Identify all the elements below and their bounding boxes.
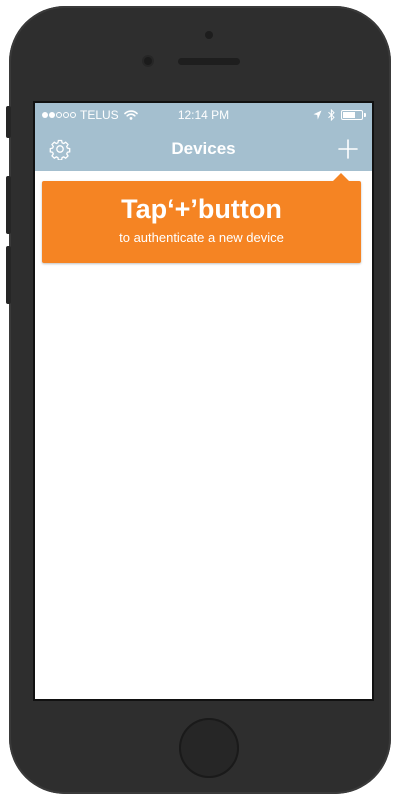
front-camera xyxy=(205,31,213,39)
plus-icon[interactable] xyxy=(336,137,360,161)
home-button[interactable] xyxy=(179,718,239,778)
status-right-icons xyxy=(313,103,366,127)
tooltip-arrow xyxy=(333,173,349,181)
location-arrow-icon xyxy=(313,110,322,120)
page-title: Devices xyxy=(171,139,236,158)
bluetooth-icon xyxy=(328,109,335,121)
status-bar: TELUS 12:14 PM xyxy=(35,103,372,127)
volume-down-button[interactable] xyxy=(6,246,11,304)
facetime-camera xyxy=(144,57,152,65)
mute-switch[interactable] xyxy=(6,106,11,138)
battery-icon xyxy=(341,110,363,120)
tooltip-title: Tap‘+’button xyxy=(121,194,282,224)
app-screen: TELUS 12:14 PM Devices Tap‘+’button to a… xyxy=(33,101,374,701)
add-device-tooltip: Tap‘+’button to authenticate a new devic… xyxy=(42,173,361,263)
tooltip-subtitle: to authenticate a new device xyxy=(119,230,284,245)
battery-level xyxy=(343,112,355,118)
nav-bar: Devices xyxy=(35,127,372,171)
stage: TELUS 12:14 PM Devices Tap‘+’button to a… xyxy=(0,0,400,800)
earpiece-speaker xyxy=(178,58,240,65)
volume-up-button[interactable] xyxy=(6,176,11,234)
battery-tip xyxy=(364,113,366,117)
